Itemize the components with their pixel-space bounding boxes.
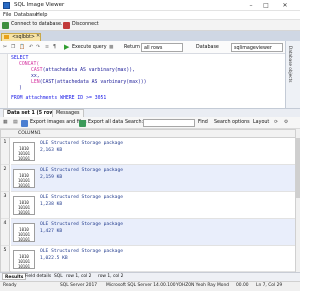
blob-size: 1,238 KB — [40, 202, 63, 207]
tab-sql[interactable]: SQL — [52, 273, 65, 280]
code-line-6: ) — [19, 86, 22, 91]
code-line-7: FROM attachments WHERE ID >= 3051 — [11, 96, 107, 101]
app-icon — [3, 2, 10, 9]
undo-icon[interactable]: ↶ — [29, 43, 33, 52]
disconnect-button[interactable]: Disconnect — [63, 20, 99, 30]
disconnect-icon — [63, 21, 70, 29]
code-line-1: SELECT — [11, 56, 29, 61]
binary-blob-icon: 1010 10101 10101 — [13, 196, 35, 215]
search-label: Search: — [125, 120, 144, 125]
blob-size: 2,159 KB — [40, 175, 63, 180]
tab-messages[interactable]: Messages — [52, 109, 84, 117]
menu-help[interactable]: Help — [36, 12, 47, 18]
comment-icon[interactable]: ¶ — [53, 43, 56, 52]
database-icon — [4, 35, 9, 39]
menu-file[interactable]: File — [3, 12, 11, 18]
grid-column-header[interactable] — [1, 130, 295, 138]
code-line-2: CONCAT( — [19, 62, 40, 67]
scrollbar-thumb[interactable] — [296, 138, 300, 198]
row-col-indicator: row 1, col 2 — [66, 274, 92, 279]
blob-size: 1,427 KB — [40, 229, 63, 234]
status-user: YOHZ0N Yeoh Ray Mond — [176, 283, 230, 288]
document-tabstrip — [0, 31, 300, 41]
editor-gutter — [0, 54, 8, 108]
code-rest-3: (attachedata AS varbinary(max)), — [42, 68, 135, 73]
row-number[interactable]: 5 — [1, 246, 10, 272]
return-select[interactable]: all rows — [141, 43, 183, 52]
return-label: Return — [124, 45, 140, 50]
connect-icon — [2, 21, 9, 29]
blob-type: OLE Structured Storage package — [40, 222, 123, 227]
row-number[interactable]: 3 — [1, 192, 10, 219]
redo-icon[interactable]: ↷ — [36, 43, 40, 52]
blob-type: OLE Structured Storage package — [40, 249, 123, 254]
layout-button[interactable]: Layout — [253, 119, 269, 127]
hex-view-icon[interactable]: ▤ — [13, 119, 18, 127]
column-header-label: COLUMN1 — [18, 131, 41, 136]
binary-blob-icon: 1010 10101 10101 — [13, 223, 35, 242]
code-rest-5: (CAST(attachedata AS varbinary(max))) — [39, 80, 147, 85]
code-fn-cast: CAST — [31, 68, 43, 73]
maximize-button[interactable]: □ — [259, 1, 273, 10]
status-position: Ln 7, Col 29 — [256, 283, 283, 288]
menu-database[interactable]: Database — [14, 12, 38, 18]
export-all-button[interactable]: Export all data — [79, 119, 123, 127]
cut-icon[interactable]: ✂ — [3, 43, 7, 52]
code-line-4: xx, — [31, 74, 40, 79]
code-fn-len: LEN — [31, 80, 40, 85]
refresh-icon[interactable]: ⟳ — [274, 119, 278, 127]
search-options-button[interactable]: Search options — [214, 119, 250, 127]
export-all-icon — [79, 119, 86, 127]
copy-icon[interactable]: ❐ — [11, 43, 15, 52]
binary-blob-icon: 1010 10101 10101 — [13, 169, 35, 188]
row-col-indicator-2: row 1, col 2 — [98, 274, 124, 279]
search-input[interactable] — [143, 119, 195, 127]
connect-button[interactable]: Connect to database... — [2, 20, 66, 30]
window-title: SQL Image Viewer — [14, 2, 65, 8]
binary-blob-icon: 1010 10101 10101 — [13, 250, 35, 269]
row-number[interactable]: 1 — [1, 138, 10, 165]
code-line-5: LEN(CAST(attachedata AS varbinary(max))) — [31, 80, 147, 85]
status-count: 00.00 — [236, 283, 249, 288]
database-label: Database — [196, 45, 219, 50]
export-all-label: Export all data — [88, 120, 124, 125]
connect-label: Connect to database... — [11, 22, 66, 27]
tab-close-icon[interactable]: ✕ — [36, 33, 40, 39]
export-images-button[interactable]: Export images and files — [21, 119, 87, 127]
settings-icon[interactable]: ⚙ — [284, 119, 288, 127]
row-number[interactable]: 2 — [1, 165, 10, 192]
blob-type: OLE Structured Storage package — [40, 168, 123, 173]
find-button[interactable]: Find — [198, 119, 208, 127]
grid-view-icon[interactable]: ▦ — [3, 119, 8, 127]
status-ready: Ready — [3, 283, 17, 288]
minimize-button[interactable]: – — [244, 1, 258, 10]
status-version: Microsoft SQL Server 14.00.100 — [106, 283, 176, 288]
execute-query-button[interactable]: Execute query — [72, 43, 107, 52]
format-icon[interactable]: ≡ — [45, 43, 49, 52]
blob-type: OLE Structured Storage package — [40, 195, 123, 200]
blob-size: 2,163 KB — [40, 148, 63, 153]
code-line-3: CAST(attachedata AS varbinary(max)), — [31, 68, 135, 73]
tab-field-details[interactable]: Field details — [23, 273, 53, 280]
blob-type: OLE Structured Storage package — [40, 141, 123, 146]
binary-blob-icon: 1010 10101 10101 — [13, 142, 35, 161]
paste-icon[interactable]: 📋 — [19, 43, 25, 52]
database-select[interactable]: sqlimageviewer — [231, 43, 283, 52]
database-objects-label[interactable]: Database objects — [288, 46, 293, 82]
disconnect-label: Disconnect — [72, 22, 99, 27]
stop-icon[interactable]: ■ — [109, 43, 114, 52]
close-button[interactable]: ✕ — [278, 1, 292, 10]
export-images-icon — [21, 119, 28, 127]
status-server: SQL Server 2017 — [60, 283, 98, 288]
play-icon: ▶ — [64, 43, 70, 51]
blob-size: 1,022.5 KB — [40, 256, 68, 261]
row-number[interactable]: 4 — [1, 219, 10, 246]
